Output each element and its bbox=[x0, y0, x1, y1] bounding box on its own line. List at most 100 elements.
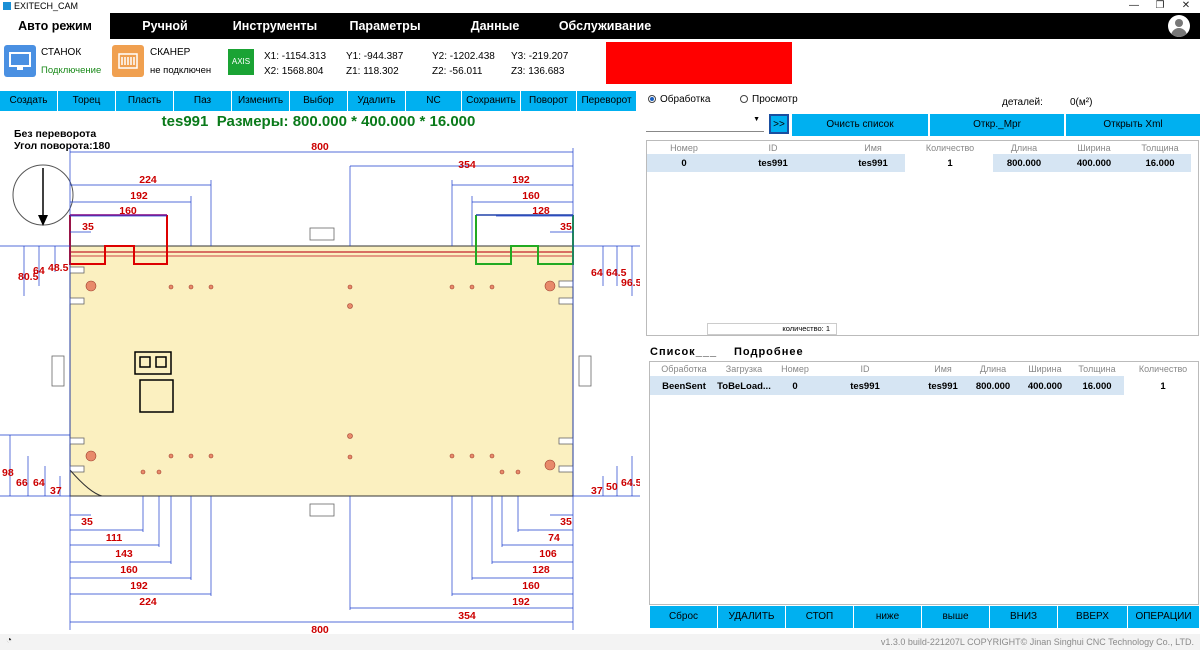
dim-overall-bottom: 800 bbox=[311, 624, 329, 634]
create-button[interactable]: Создать bbox=[0, 91, 58, 111]
dim-top-224: 224 bbox=[139, 174, 157, 186]
go-button[interactable]: >> bbox=[769, 114, 789, 134]
maximize-button[interactable]: ❐ bbox=[1152, 0, 1168, 12]
save-button[interactable]: Сохранить bbox=[462, 91, 521, 111]
scanner-barcode-icon bbox=[112, 45, 144, 77]
dim-overall-top: 800 bbox=[311, 141, 329, 153]
scanner-status: не подключен bbox=[150, 65, 212, 76]
col-qthickness: Толщина bbox=[1078, 364, 1116, 374]
cell-quantity: 1 bbox=[947, 158, 953, 169]
stop-button[interactable]: СТОП bbox=[786, 606, 854, 628]
dim-bot-111: 111 bbox=[106, 532, 123, 544]
operations-button[interactable]: ОПЕРАЦИИ bbox=[1128, 606, 1200, 628]
dim-bot-224: 224 bbox=[139, 596, 157, 608]
title-bar: EXITECH_CAM — ❐ ✕ bbox=[0, 0, 1200, 13]
menu-data[interactable]: Данные bbox=[440, 13, 550, 39]
groove-button[interactable]: Паз bbox=[174, 91, 232, 111]
queue-controls: Сброс УДАЛИТЬ СТОП ниже выше ВНИЗ ВВЕРХ … bbox=[650, 606, 1200, 628]
qcell-loading: ToBeLoad... bbox=[717, 381, 771, 392]
qcell-num: 0 bbox=[792, 381, 798, 392]
reset-button[interactable]: Сброс bbox=[650, 606, 718, 628]
dim-left-37: 37 bbox=[50, 485, 62, 497]
edit-button[interactable]: Изменить bbox=[232, 91, 290, 111]
rotate-button[interactable]: Поворот bbox=[521, 91, 577, 111]
parts-label: деталей: bbox=[1002, 97, 1043, 108]
axis-z3: Z3: 136.683 bbox=[511, 66, 565, 77]
mode-view-radio[interactable]: Просмотр bbox=[740, 94, 798, 105]
col-num: Номер bbox=[781, 364, 809, 374]
col-quantity: Количество bbox=[925, 143, 975, 153]
qcell-length: 800.000 bbox=[975, 381, 1011, 392]
dim-top-160: 160 bbox=[119, 205, 137, 217]
list-label: Список___ bbox=[650, 346, 718, 358]
job-queue-table[interactable]: Обработка Загрузка Номер ID Имя Длина Ши… bbox=[649, 361, 1199, 605]
dim-top-r128: 128 bbox=[532, 205, 550, 217]
move-top-button[interactable]: ВВЕРХ bbox=[1058, 606, 1128, 628]
delete-button[interactable]: Удалить bbox=[348, 91, 406, 111]
part-size: Размеры: 800.000 * 400.000 * 16.000 bbox=[216, 113, 476, 130]
dim-right-64b: 64.5 bbox=[621, 477, 640, 489]
menu-service[interactable]: Обслуживание bbox=[550, 13, 660, 39]
dim-top-r192: 192 bbox=[512, 174, 530, 186]
col-width: Ширина bbox=[1077, 143, 1111, 153]
move-bottom-button[interactable]: ВНИЗ bbox=[990, 606, 1058, 628]
face-button[interactable]: Пласть bbox=[116, 91, 174, 111]
qcell-quantity: 1 bbox=[1160, 381, 1166, 392]
user-avatar[interactable] bbox=[1168, 15, 1190, 37]
menu-parameters[interactable]: Параметры bbox=[330, 13, 440, 39]
status-footer: ◔ v1.3.0 build-221207L COPYRIGHT© Jinan … bbox=[0, 634, 1200, 650]
axis-y3: Y3: -219.207 bbox=[511, 51, 569, 62]
dim-bot-r128: 128 bbox=[532, 564, 550, 576]
cell-number: 0 bbox=[681, 158, 687, 169]
quantity-footer: количество: 1 bbox=[707, 323, 837, 335]
flip-note: Без переворота bbox=[14, 128, 97, 140]
status-panel: СТАНОК Подключение СКАНЕР не подключен A… bbox=[0, 39, 1200, 91]
part-list-table[interactable]: Номер ID Имя Количество Длина Ширина Тол… bbox=[646, 140, 1199, 336]
edge-button[interactable]: Торец bbox=[58, 91, 116, 111]
col-qid: ID bbox=[860, 364, 870, 374]
delete-job-button[interactable]: УДАЛИТЬ bbox=[718, 606, 786, 628]
alarm-indicator bbox=[606, 42, 792, 84]
menu-tools[interactable]: Инструменты bbox=[220, 13, 330, 39]
col-length: Длина bbox=[1010, 143, 1038, 153]
detail-label[interactable]: Подробнее bbox=[734, 346, 804, 358]
col-processing: Обработка bbox=[661, 364, 707, 374]
dim-right-96: 96.5 bbox=[621, 277, 640, 289]
menu-manual[interactable]: Ручной bbox=[110, 13, 220, 39]
dim-bot-r35: 35 bbox=[560, 516, 572, 528]
mode-process-radio[interactable]: Обработка bbox=[648, 94, 710, 105]
flip-button[interactable]: Переворот bbox=[577, 91, 637, 111]
dim-left-48: 48.5 bbox=[48, 262, 69, 274]
cell-length: 800.000 bbox=[1006, 158, 1042, 169]
minimize-button[interactable]: — bbox=[1126, 0, 1142, 12]
col-loading: Загрузка bbox=[725, 364, 763, 374]
menu-auto-mode[interactable]: Авто режим bbox=[0, 13, 110, 39]
scanner-label: СКАНЕР bbox=[150, 47, 191, 58]
dim-left-66: 66 bbox=[16, 477, 28, 489]
dim-bot-143: 143 bbox=[115, 548, 133, 560]
dim-right-37: 37 bbox=[591, 485, 603, 497]
file-select[interactable]: ▼ bbox=[646, 114, 764, 132]
select-button[interactable]: Выбор bbox=[290, 91, 348, 111]
dim-top-r160: 160 bbox=[522, 190, 540, 202]
axis-x2: X2: 1568.804 bbox=[264, 66, 324, 77]
move-down-button[interactable]: ниже bbox=[854, 606, 922, 628]
col-name: Имя bbox=[864, 143, 882, 153]
clear-list-button[interactable]: Очисть список bbox=[792, 114, 928, 136]
copyright-text: v1.3.0 build-221207L COPYRIGHT© Jinan Si… bbox=[880, 637, 1194, 647]
qcell-id: tes991 bbox=[850, 381, 880, 392]
part-name: tes991 bbox=[161, 113, 209, 130]
part-drawing[interactable]: 800 354 224 192 160 35 192 160 128 35 80… bbox=[0, 140, 640, 634]
open-mpr-button[interactable]: Откр._Mpr bbox=[930, 114, 1064, 136]
app-logo-icon bbox=[3, 2, 11, 10]
wifi-icon: ◔ bbox=[6, 635, 13, 646]
axis-y1: Y1: -944.387 bbox=[346, 51, 404, 62]
open-xml-button[interactable]: Открыть Xml bbox=[1066, 114, 1200, 136]
col-qlength: Длина bbox=[979, 364, 1007, 374]
qcell-processing: BeenSent bbox=[662, 381, 706, 392]
nc-button[interactable]: NC bbox=[406, 91, 462, 111]
move-up-button[interactable]: выше bbox=[922, 606, 990, 628]
close-button[interactable]: ✕ bbox=[1178, 0, 1194, 12]
dim-bot-r160: 160 bbox=[522, 580, 540, 592]
dim-bot-354: 354 bbox=[458, 610, 476, 622]
